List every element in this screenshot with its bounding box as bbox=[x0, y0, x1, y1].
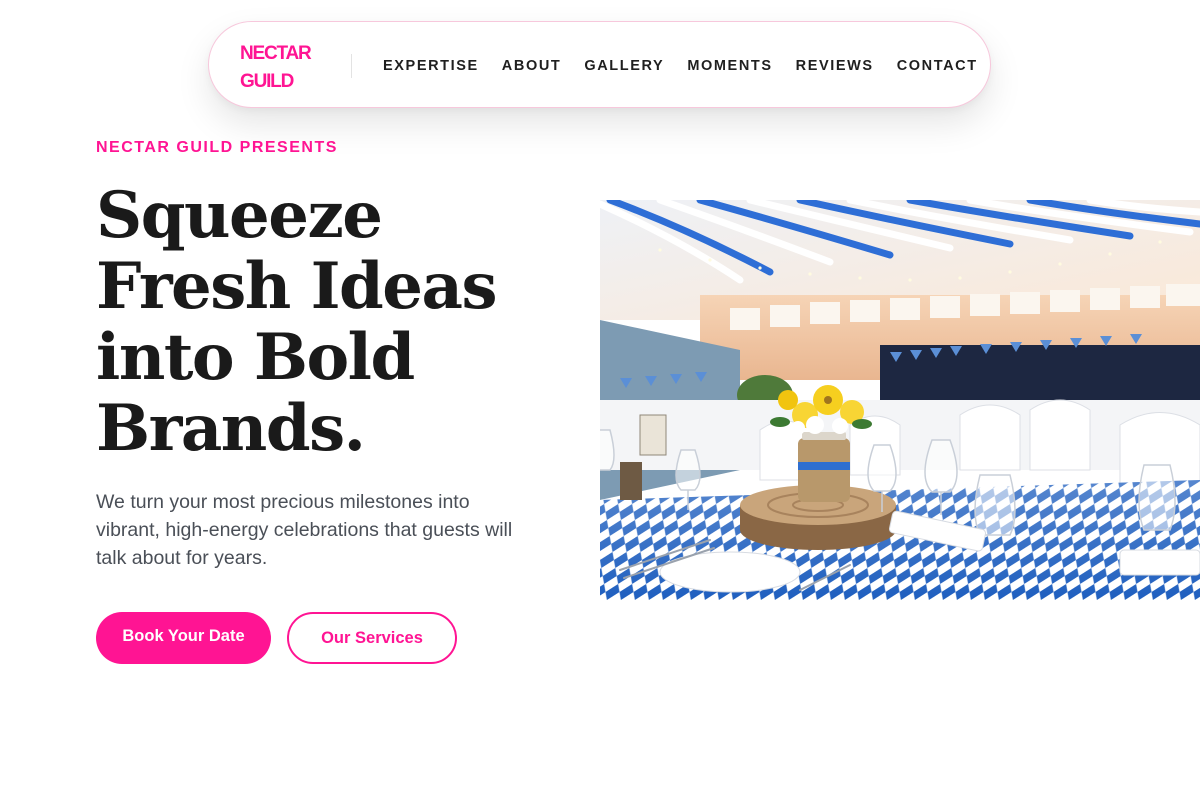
hero-eyebrow: NECTAR GUILD PRESENTS bbox=[96, 139, 338, 156]
hero-headline-line: Squeeze bbox=[96, 178, 383, 253]
hero-image bbox=[600, 200, 1200, 600]
nav-link-moments[interactable]: MOMENTS bbox=[687, 58, 772, 74]
brand-logo-line2: GUILD bbox=[240, 71, 294, 92]
hero-headline-line: Brands. bbox=[96, 391, 366, 466]
nav-link-gallery[interactable]: GALLERY bbox=[584, 58, 664, 74]
nav-links: EXPERTISE ABOUT GALLERY MOMENTS REVIEWS … bbox=[383, 22, 978, 109]
nav-link-expertise[interactable]: EXPERTISE bbox=[383, 58, 479, 74]
hero-subtext: We turn your most precious milestones in… bbox=[96, 491, 513, 569]
hero-headline-line: into Bold bbox=[96, 320, 415, 395]
nav-link-reviews[interactable]: REVIEWS bbox=[796, 58, 874, 74]
our-services-button[interactable]: Our Services bbox=[287, 612, 457, 664]
nav-divider bbox=[351, 54, 352, 78]
book-your-date-button[interactable]: Book Your Date bbox=[96, 612, 271, 664]
nav-link-contact[interactable]: CONTACT bbox=[897, 58, 978, 74]
brand-logo[interactable]: NECTAR GUILD bbox=[240, 40, 340, 96]
banquet-hall-photo-icon bbox=[600, 200, 1200, 600]
brand-logo-line1: NECTAR bbox=[240, 43, 312, 64]
page: NECTAR GUILD EXPERTISE ABOUT GALLERY MOM… bbox=[0, 0, 1200, 800]
hero-headline: Squeeze Fresh Ideas into Bold Brands. bbox=[96, 180, 566, 464]
top-nav: NECTAR GUILD EXPERTISE ABOUT GALLERY MOM… bbox=[208, 21, 991, 108]
hero-headline-line: Fresh Ideas bbox=[96, 249, 498, 324]
nav-link-about[interactable]: ABOUT bbox=[502, 58, 562, 74]
